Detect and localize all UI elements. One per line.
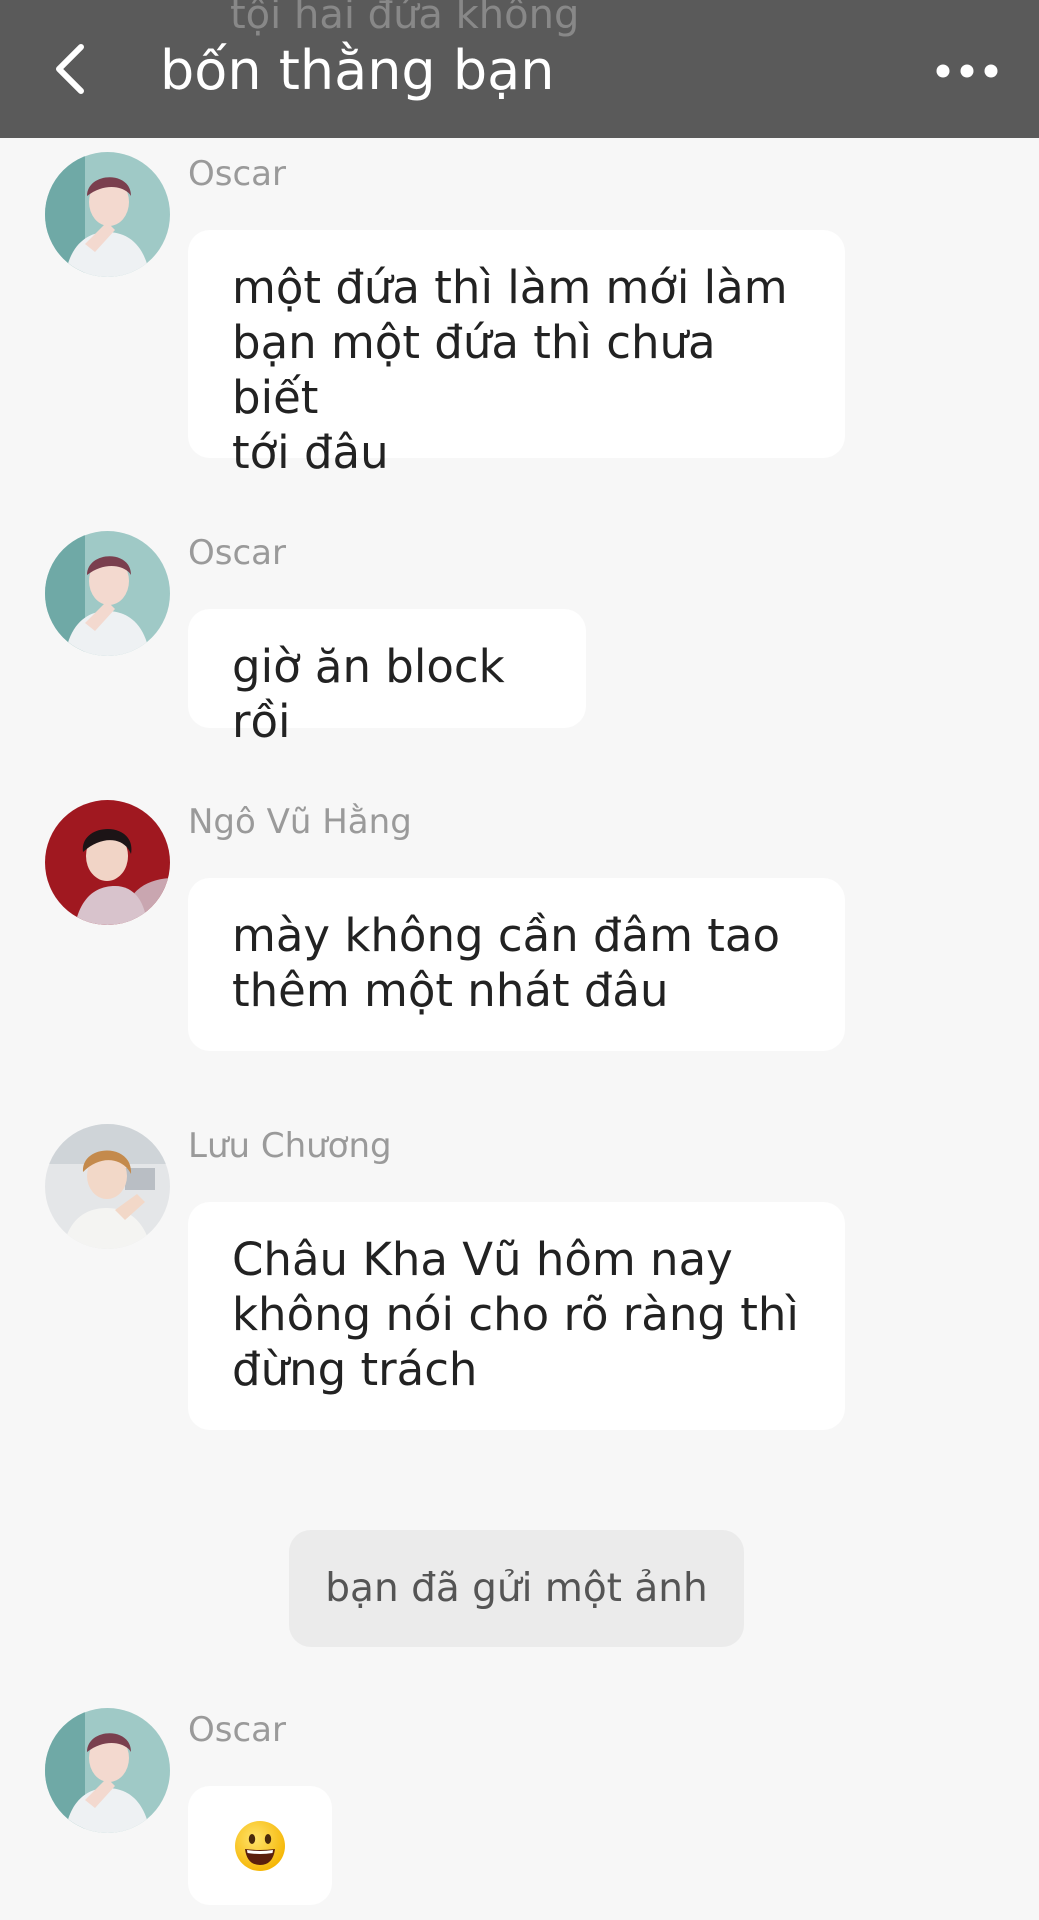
more-dots-icon: [936, 64, 998, 78]
oscar-avatar[interactable]: [45, 1708, 170, 1833]
luu-chuong-avatar[interactable]: [45, 1124, 170, 1249]
scrolled-message-preview: tội hai đứa không: [230, 0, 580, 38]
smiley-emoji-icon: [235, 1820, 285, 1871]
more-options-button[interactable]: [917, 40, 1017, 102]
message-bubble[interactable]: giờ ăn block rồi: [188, 609, 586, 748]
message-bubble[interactable]: Châu Kha Vũ hôm nay không nói cho rõ ràn…: [188, 1202, 845, 1430]
message-bubble[interactable]: một đứa thì làm mới làm bạn một đứa thì …: [188, 230, 845, 479]
system-notice: bạn đã gửi một ảnh: [289, 1530, 744, 1647]
chat-header: tội hai đứa không bốn thằng bạn: [0, 0, 1039, 138]
oscar-avatar[interactable]: [45, 531, 170, 656]
oscar-avatar[interactable]: [45, 152, 170, 277]
message-bubble[interactable]: [188, 1786, 332, 1905]
sender-name: Oscar: [188, 154, 286, 194]
sender-name: Oscar: [188, 533, 286, 573]
chat-title: bốn thằng bạn: [160, 39, 555, 102]
chevron-left-icon: [56, 44, 84, 94]
sender-name: Ngô Vũ Hằng: [188, 802, 412, 842]
sender-name: Oscar: [188, 1710, 286, 1750]
sender-name: Lưu Chương: [188, 1126, 392, 1166]
ngo-vu-hang-avatar[interactable]: [45, 800, 170, 925]
back-button[interactable]: [36, 34, 106, 104]
message-bubble[interactable]: mày không cần đâm tao thêm một nhát đâu: [188, 878, 845, 1051]
